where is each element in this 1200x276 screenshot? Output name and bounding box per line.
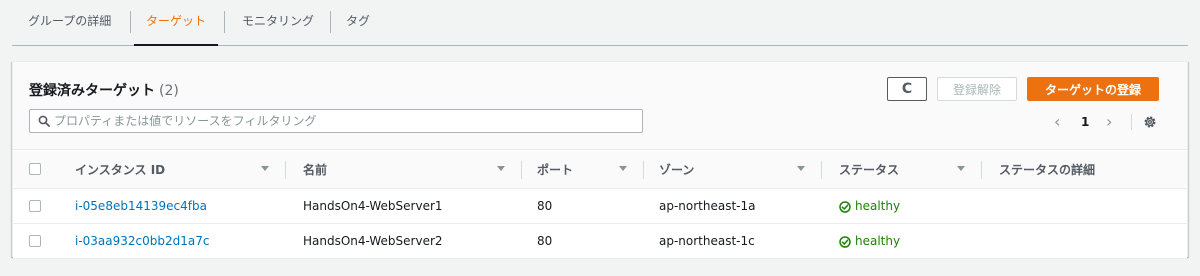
current-page-number[interactable]: 1 bbox=[1081, 112, 1089, 132]
row-checkbox[interactable] bbox=[29, 200, 41, 212]
search-icon bbox=[38, 115, 50, 127]
tab-group-details[interactable]: グループの詳細 bbox=[28, 0, 111, 45]
gear-icon[interactable] bbox=[1143, 115, 1157, 129]
register-targets-button[interactable]: ターゲットの登録 bbox=[1027, 77, 1159, 101]
next-page-button[interactable]: › bbox=[1106, 112, 1112, 132]
panel-header: 登録済みターゲット(2) C 登録解除 ターゲットの登録 ‹ 1 › bbox=[13, 62, 1187, 150]
select-all-checkbox[interactable] bbox=[29, 163, 41, 175]
deregister-button[interactable]: 登録解除 bbox=[937, 77, 1017, 101]
tab-divider bbox=[330, 11, 331, 33]
sort-icon[interactable] bbox=[261, 166, 269, 171]
search-input[interactable] bbox=[54, 110, 634, 132]
column-header-status[interactable]: ステータス bbox=[839, 151, 899, 189]
target-zone: ap-northeast-1c bbox=[659, 234, 755, 248]
column-divider bbox=[821, 161, 822, 179]
column-header-port[interactable]: ポート bbox=[537, 151, 573, 189]
refresh-icon: C bbox=[901, 81, 913, 97]
target-port: 80 bbox=[537, 199, 553, 213]
column-header-status-details[interactable]: ステータスの詳細 bbox=[999, 151, 1095, 189]
panel-title: 登録済みターゲット (2) bbox=[29, 80, 179, 100]
column-divider bbox=[521, 161, 522, 179]
tab-tags[interactable]: タグ bbox=[346, 0, 370, 45]
table-row[interactable]: i-03aa932c0bb2d1a7c HandsOn4-WebServer2 … bbox=[13, 224, 1187, 259]
sort-icon[interactable] bbox=[957, 166, 965, 171]
instance-id-link[interactable]: i-03aa932c0bb2d1a7c bbox=[75, 224, 209, 259]
tab-divider bbox=[130, 11, 131, 33]
column-header-zone[interactable]: ゾーン bbox=[659, 151, 694, 189]
pager-divider bbox=[1131, 114, 1132, 130]
column-header-name[interactable]: 名前 bbox=[303, 151, 327, 189]
previous-page-button[interactable]: ‹ bbox=[1054, 112, 1060, 132]
column-divider bbox=[285, 161, 286, 179]
search-box[interactable] bbox=[29, 109, 643, 133]
target-port: 80 bbox=[537, 234, 553, 248]
table-row[interactable]: i-05e8eb14139ec4fba HandsOn4-WebServer1 … bbox=[13, 189, 1187, 224]
target-zone: ap-northeast-1a bbox=[659, 199, 756, 213]
sort-icon[interactable] bbox=[619, 166, 627, 171]
refresh-button[interactable]: C bbox=[887, 77, 927, 101]
status-positive-icon bbox=[839, 200, 851, 213]
status-text: healthy bbox=[855, 234, 901, 248]
target-name: HandsOn4-WebServer1 bbox=[303, 199, 443, 213]
column-divider bbox=[643, 161, 644, 179]
panel-title-text: 登録済みターゲット bbox=[29, 83, 155, 99]
column-divider bbox=[981, 161, 982, 179]
instance-id-link[interactable]: i-05e8eb14139ec4fba bbox=[75, 189, 207, 224]
sort-icon[interactable] bbox=[497, 166, 505, 171]
tab-monitoring[interactable]: モニタリング bbox=[242, 0, 314, 45]
status-badge: healthy bbox=[839, 224, 900, 259]
table-header: インスタンス ID 名前 ポート ゾーン ステータス ステータスの詳細 bbox=[13, 151, 1187, 189]
tab-bar: グループの詳細 ターゲット モニタリング タグ bbox=[12, 0, 1188, 46]
target-name: HandsOn4-WebServer2 bbox=[303, 234, 443, 248]
registered-targets-panel: 登録済みターゲット(2) C 登録解除 ターゲットの登録 ‹ 1 › インスタン… bbox=[12, 61, 1188, 259]
column-header-instance-id[interactable]: インスタンス ID bbox=[75, 151, 165, 189]
status-badge: healthy bbox=[839, 189, 900, 224]
tab-divider bbox=[224, 11, 225, 33]
sort-icon[interactable] bbox=[797, 166, 805, 171]
status-positive-icon bbox=[839, 235, 851, 248]
status-text: healthy bbox=[855, 199, 901, 213]
row-checkbox[interactable] bbox=[29, 235, 41, 247]
target-count: (2) bbox=[159, 83, 179, 99]
tab-targets[interactable]: ターゲット bbox=[133, 0, 219, 46]
